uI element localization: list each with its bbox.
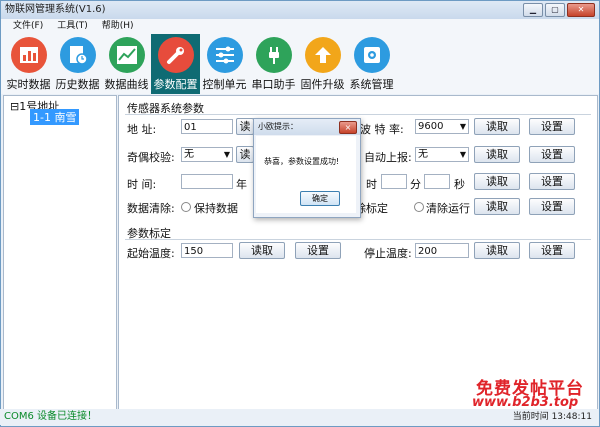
bar-chart-icon [10, 37, 47, 73]
toolbar: 实时数据 历史数据 数据曲线 参数配置 控制单元 串口助手 固件升级 系统管理 [1, 34, 599, 94]
tool-label: 历史数据 [55, 78, 100, 91]
status-bar: COM6 设备已连接！ 当前时间 13:48:11 [0, 409, 598, 425]
set-stop-temp-button[interactable]: 设置 [529, 242, 575, 259]
stop-temp-input[interactable]: 200 [415, 243, 469, 258]
baud-label: 波 特 率: [360, 123, 404, 136]
tool-history-data[interactable]: 历史数据 [53, 34, 102, 94]
hour-unit: 时 [366, 178, 377, 191]
set-time-button[interactable]: 设置 [529, 173, 575, 190]
menu-tools[interactable]: 工具(T) [57, 19, 88, 34]
upload-arrow-icon [304, 37, 341, 73]
start-temp-input[interactable]: 150 [181, 243, 233, 258]
connection-status: COM6 设备已连接！ [4, 411, 98, 422]
second-unit: 秒 [454, 178, 465, 191]
read-baud-button[interactable]: 读取 [474, 118, 520, 135]
close-button[interactable]: ✕ [567, 3, 595, 17]
address-label: 地 址: [127, 123, 157, 136]
menu-bar: 文件(F) 工具(T) 帮助(H) [1, 19, 599, 34]
device-tree: ⊟1号地址 1-1 南雪 [3, 95, 117, 410]
minimize-button[interactable]: ▁ [523, 3, 543, 17]
read-clear-button[interactable]: 读取 [474, 198, 520, 215]
watermark-url: www.b2b3.top [472, 395, 579, 410]
set-start-temp-button[interactable]: 设置 [295, 242, 341, 259]
keep-data-radio[interactable] [181, 202, 191, 212]
address-input[interactable]: 01 [181, 119, 233, 134]
title-bar: 物联网管理系统(V1.6) ▁ ▢ ✕ [1, 1, 599, 19]
tool-param-config[interactable]: 参数配置 [151, 34, 200, 94]
wrench-icon [157, 37, 194, 73]
tool-label: 控制单元 [202, 78, 247, 91]
clear-run-label: 清除运行 [426, 202, 470, 215]
keep-data-label: 保持数据 [194, 202, 238, 215]
read-stop-temp-button[interactable]: 读取 [474, 242, 520, 259]
read-address-button[interactable]: 读 [236, 118, 254, 135]
stop-temp-label: 停止温度: [364, 247, 412, 260]
minute-unit: 分 [410, 178, 421, 191]
plug-icon [255, 37, 292, 73]
tool-label: 参数配置 [153, 78, 198, 91]
tip-dialog: 小欧提示： × 恭喜，参数设置成功! 确定 [253, 118, 361, 218]
tool-label: 系统管理 [349, 78, 394, 91]
read-time-button[interactable]: 读取 [474, 173, 520, 190]
tool-label: 串口助手 [251, 78, 296, 91]
read-auto-report-button[interactable]: 读取 [474, 146, 520, 163]
chevron-down-icon: ▼ [459, 122, 466, 131]
clear-run-radio[interactable] [414, 202, 424, 212]
year-input[interactable] [181, 174, 233, 189]
chevron-down-icon: ▼ [459, 150, 466, 159]
sliders-icon [206, 37, 243, 73]
current-time: 当前时间 13:48:11 [512, 412, 592, 422]
gear-icon [353, 37, 390, 73]
menu-file[interactable]: 文件(F) [13, 19, 43, 34]
tool-realtime-data[interactable]: 实时数据 [4, 34, 53, 94]
second-input[interactable] [424, 174, 450, 189]
tool-label: 实时数据 [6, 78, 51, 91]
window-title: 物联网管理系统(V1.6) [5, 4, 106, 15]
baud-select[interactable]: 9600 ▼ [415, 119, 469, 134]
read-start-temp-button[interactable]: 读取 [239, 242, 285, 259]
divider [125, 114, 591, 115]
time-label: 时 间: [127, 178, 157, 191]
parity-label: 奇偶校验: [127, 151, 175, 164]
data-clear-label: 数据清除: [127, 202, 175, 215]
set-clear-button[interactable]: 设置 [529, 198, 575, 215]
set-auto-report-button[interactable]: 设置 [529, 146, 575, 163]
line-chart-icon [108, 37, 145, 73]
tool-control-unit[interactable]: 控制单元 [200, 34, 249, 94]
dialog-close-button[interactable]: × [339, 121, 357, 134]
parity-select[interactable]: 无 ▼ [181, 147, 233, 162]
tree-node-selected[interactable]: 1-1 南雪 [30, 109, 80, 125]
year-unit: 年 [236, 178, 247, 191]
auto-report-label: 自动上报: [364, 151, 412, 164]
tool-firmware-upgrade[interactable]: 固件升级 [298, 34, 347, 94]
tool-system-management[interactable]: 系统管理 [347, 34, 396, 94]
chevron-down-icon: ▼ [223, 150, 230, 159]
auto-report-select[interactable]: 无 ▼ [415, 147, 469, 162]
tool-data-curve[interactable]: 数据曲线 [102, 34, 151, 94]
dialog-message: 恭喜，参数设置成功! [264, 157, 340, 166]
read-parity-button[interactable]: 读 [236, 146, 254, 163]
divider [125, 239, 591, 240]
start-temp-label: 起始温度: [127, 247, 175, 260]
set-baud-button[interactable]: 设置 [529, 118, 575, 135]
menu-help[interactable]: 帮助(H) [102, 19, 134, 34]
clock-document-icon [59, 37, 96, 73]
tool-label: 固件升级 [300, 78, 345, 91]
maximize-button[interactable]: ▢ [545, 3, 565, 17]
tool-serial-assistant[interactable]: 串口助手 [249, 34, 298, 94]
dialog-body: 恭喜，参数设置成功! 确定 [256, 136, 356, 213]
tool-label: 数据曲线 [104, 78, 149, 91]
dialog-ok-button[interactable]: 确定 [300, 191, 340, 206]
minute-input[interactable] [381, 174, 407, 189]
